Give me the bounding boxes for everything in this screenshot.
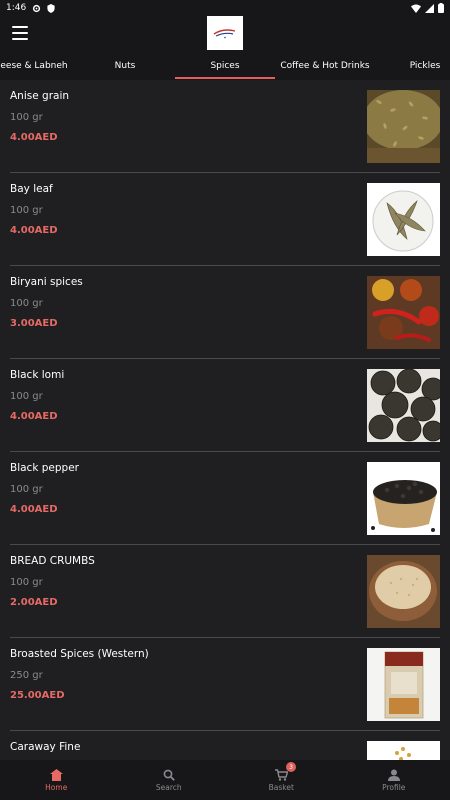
app-bar xyxy=(0,16,450,52)
product-item[interactable]: Broasted Spices (Western) 250 gr 25.00AE… xyxy=(10,638,440,731)
cart-icon xyxy=(274,768,288,781)
product-item[interactable]: Black lomi 100 gr 4.00AED xyxy=(10,359,440,452)
product-price: 25.00AED xyxy=(10,690,65,701)
product-item[interactable]: BREAD CRUMBS 100 gr 2.00AED xyxy=(10,545,440,638)
tab-nuts[interactable]: Nuts xyxy=(84,52,166,80)
product-weight: 100 gr xyxy=(10,577,43,588)
product-price: 4.00AED xyxy=(10,504,58,515)
nav-search-label: Search xyxy=(155,782,182,792)
nav-profile-label: Profile xyxy=(382,782,406,792)
product-weight: 100 gr xyxy=(10,484,43,495)
product-item[interactable]: Biryani spices 100 gr 3.00AED xyxy=(10,266,440,359)
product-item[interactable]: Anise grain 100 gr 4.00AED xyxy=(10,80,440,173)
broasted-spices-image xyxy=(367,648,440,721)
anise-grain-image xyxy=(367,90,440,163)
nav-home[interactable]: Home xyxy=(0,760,113,800)
product-list: Anise grain 100 gr 4.00AED Bay leaf 100 … xyxy=(0,80,450,760)
product-name: Black lomi xyxy=(10,369,65,381)
nav-home-label: Home xyxy=(45,782,68,792)
caraway-image xyxy=(367,741,440,760)
battery-icon xyxy=(438,3,444,13)
settings-icon xyxy=(33,4,41,12)
search-icon xyxy=(163,769,175,781)
product-name: Black pepper xyxy=(10,462,79,474)
nav-basket-label: Basket xyxy=(268,782,294,792)
store-logo xyxy=(207,16,243,50)
product-name: Anise grain xyxy=(10,90,70,102)
product-item[interactable]: Caraway Fine xyxy=(10,731,440,760)
product-name: Biryani spices xyxy=(10,276,83,288)
product-price: 3.00AED xyxy=(10,318,58,329)
status-time: 1:46 xyxy=(6,3,27,13)
menu-icon xyxy=(12,26,28,28)
product-weight: 250 gr xyxy=(10,670,43,681)
wifi-icon xyxy=(411,4,421,13)
home-icon xyxy=(49,768,63,781)
black-lomi-image xyxy=(367,369,440,442)
tab-pickles[interactable]: Pickles xyxy=(400,52,450,80)
product-item[interactable]: Black pepper 100 gr 4.00AED xyxy=(10,452,440,545)
tab-cheese-labneh[interactable]: Cheese & Labneh xyxy=(0,52,68,80)
product-name: Bay leaf xyxy=(10,183,53,195)
product-item[interactable]: Bay leaf 100 gr 4.00AED xyxy=(10,173,440,266)
product-weight: 100 gr xyxy=(10,391,43,402)
menu-button[interactable] xyxy=(12,26,28,40)
nav-profile[interactable]: Profile xyxy=(338,760,450,800)
shield-icon xyxy=(47,3,55,13)
product-weight: 100 gr xyxy=(10,298,43,309)
bread-crumbs-image xyxy=(367,555,440,628)
tab-spices[interactable]: Spices xyxy=(175,52,275,80)
product-weight: 100 gr xyxy=(10,112,43,123)
category-tabs: Cheese & Labneh Nuts Spices Coffee & Hot… xyxy=(0,52,450,80)
product-name: Broasted Spices (Western) xyxy=(10,648,149,660)
nav-search[interactable]: Search xyxy=(113,760,226,800)
person-icon xyxy=(387,769,400,781)
product-name: BREAD CRUMBS xyxy=(10,555,95,567)
product-price: 2.00AED xyxy=(10,597,58,608)
tab-coffee-hot-drinks[interactable]: Coffee & Hot Drinks xyxy=(280,52,370,80)
product-price: 4.00AED xyxy=(10,225,58,236)
nav-basket[interactable]: 3 Basket xyxy=(225,760,338,800)
product-price: 4.00AED xyxy=(10,411,58,422)
product-price: 4.00AED xyxy=(10,132,58,143)
bay-leaf-image xyxy=(367,183,440,256)
biryani-spices-image xyxy=(367,276,440,349)
product-weight: 100 gr xyxy=(10,205,43,216)
bottom-navigation: Home Search 3 Basket Profile xyxy=(0,760,450,800)
signal-icon xyxy=(425,3,434,13)
basket-count-badge: 3 xyxy=(286,762,296,772)
status-bar: 1:46 xyxy=(0,0,450,16)
black-pepper-image xyxy=(367,462,440,535)
product-name: Caraway Fine xyxy=(10,741,81,753)
